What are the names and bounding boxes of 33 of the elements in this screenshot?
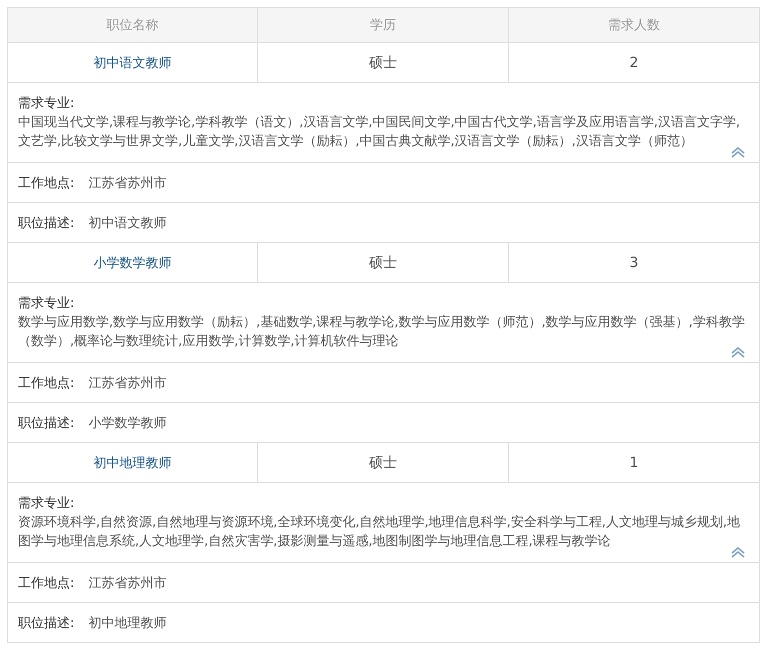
description-label: 职位描述: xyxy=(18,414,74,432)
count-cell: 3 xyxy=(630,254,638,270)
position-link[interactable]: 初中语文教师 xyxy=(94,54,172,72)
collapse-icon[interactable] xyxy=(731,347,745,358)
position-link[interactable]: 小学数学教师 xyxy=(94,254,172,272)
column-header: 需求人数 xyxy=(608,17,660,34)
majors-label: 需求专业: xyxy=(18,495,76,513)
location-text: 江苏省苏州市 xyxy=(88,574,166,592)
education-cell: 硕士 xyxy=(369,454,397,472)
description-label: 职位描述: xyxy=(18,614,74,632)
description-label: 职位描述: xyxy=(18,214,74,232)
count-cell: 2 xyxy=(630,54,638,70)
majors-text: 数学与应用数学,数学与应用数学（励耘）,基础数学,课程与教学论,数学与应用数学（师范）,数学与应用数学（强基）,学科教学（数学）,概率论与数理统计,应用数学,计算数学,计算机软件与理论 xyxy=(18,314,746,351)
education-cell: 硕士 xyxy=(369,254,397,272)
column-header: 学历 xyxy=(370,17,396,34)
description-text: 初中语文教师 xyxy=(88,214,166,232)
education-cell: 硕士 xyxy=(369,54,397,72)
collapse-icon[interactable] xyxy=(731,147,745,158)
majors-label: 需求专业: xyxy=(18,295,76,313)
location-label: 工作地点: xyxy=(18,174,74,192)
majors-text: 资源环境科学,自然资源,自然地理与资源环境,全球环境变化,自然地理学,地理信息科学,安全科学与工程,人文地理与城乡规划,地图学与地理信息系统,人文地理学,自然灾害学,摄影测量与遥感,地图制图学与地理信息工程,课程与教学论 xyxy=(18,514,742,551)
column-header: 职位名称 xyxy=(106,17,158,34)
description-text: 小学数学教师 xyxy=(88,414,166,432)
location-text: 江苏省苏州市 xyxy=(88,374,166,392)
count-cell: 1 xyxy=(630,454,638,470)
location-label: 工作地点: xyxy=(18,574,74,592)
majors-text: 中国现当代文学,课程与教学论,学科教学（语文）,汉语言文学,中国民间文学,中国古代文学,语言学及应用语言学,汉语言文字学,文艺学,比较文学与世界文学,儿童文学,汉语言文学（励耘）,中国古典文献学,汉语言文学（励耘）,汉语言文学（师范） xyxy=(18,114,742,151)
position-link[interactable]: 初中地理教师 xyxy=(94,454,172,472)
majors-label: 需求专业: xyxy=(18,95,76,113)
location-text: 江苏省苏州市 xyxy=(88,174,166,192)
description-text: 初中地理教师 xyxy=(88,614,166,632)
collapse-icon[interactable] xyxy=(731,547,745,558)
location-label: 工作地点: xyxy=(18,374,74,392)
